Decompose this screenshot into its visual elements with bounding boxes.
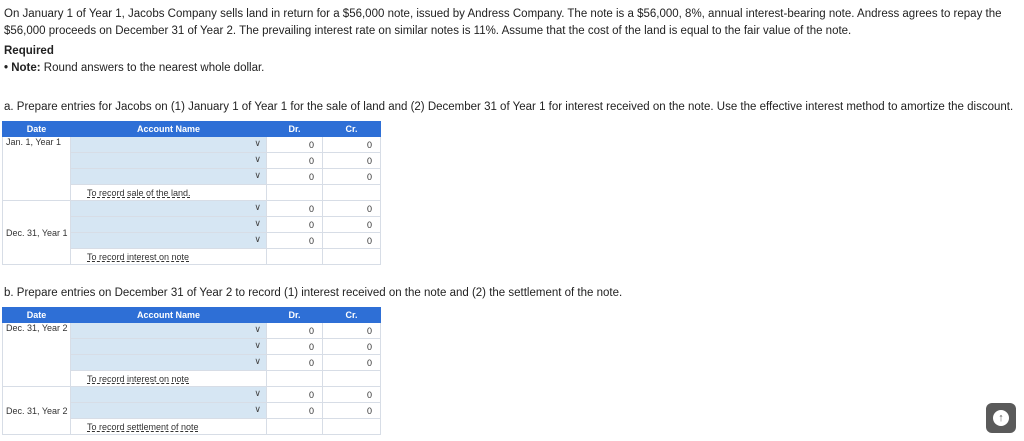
account-select[interactable]: ∨: [70, 232, 267, 249]
chevron-down-icon: ∨: [254, 234, 261, 244]
debit-input[interactable]: 0: [266, 354, 323, 371]
entry-memo: To record sale of the land.: [70, 184, 267, 201]
entry-memo: To record interest on note: [70, 248, 267, 265]
credit-input[interactable]: 0: [322, 232, 381, 249]
col-dr: Dr.: [266, 307, 323, 323]
col-date: Date: [2, 307, 71, 323]
required-heading: Required: [4, 45, 54, 57]
account-select[interactable]: ∨: [70, 322, 267, 339]
credit-input[interactable]: 0: [322, 338, 381, 355]
credit-input[interactable]: 0: [322, 136, 381, 153]
chevron-down-icon: ∨: [254, 218, 261, 228]
entry-memo: To record settlement of note: [70, 418, 267, 435]
debit-input[interactable]: 0: [266, 402, 323, 419]
arrow-up-icon: ↑: [993, 410, 1009, 426]
debit-input[interactable]: 0: [266, 152, 323, 169]
credit-input[interactable]: 0: [322, 168, 381, 185]
debit-input[interactable]: 0: [266, 200, 323, 217]
col-date: Date: [2, 121, 71, 137]
journal-table-b: Date Account Name Dr. Cr. Dec. 31, Year …: [2, 307, 381, 435]
chevron-down-icon: ∨: [254, 340, 261, 350]
account-select[interactable]: ∨: [70, 354, 267, 371]
account-select[interactable]: ∨: [70, 402, 267, 419]
table-row: Jan. 1, Year 1 ∨ 0 0: [2, 136, 381, 201]
account-select[interactable]: ∨: [70, 168, 267, 185]
account-select[interactable]: ∨: [70, 338, 267, 355]
account-select[interactable]: ∨: [70, 136, 267, 153]
credit-input[interactable]: 0: [322, 152, 381, 169]
chevron-down-icon: ∨: [254, 202, 261, 212]
part-a-instructions: a. Prepare entries for Jacobs on (1) Jan…: [4, 101, 1014, 113]
note-label: • Note:: [4, 62, 41, 74]
col-account: Account Name: [70, 307, 267, 323]
credit-input[interactable]: 0: [322, 216, 381, 233]
debit-input[interactable]: 0: [266, 168, 323, 185]
chevron-down-icon: ∨: [254, 388, 261, 398]
table-row: Dec. 31, Year 1 ∨ 0 0: [2, 200, 381, 265]
account-select[interactable]: ∨: [70, 216, 267, 233]
problem-statement: On January 1 of Year 1, Jacobs Company s…: [4, 8, 1002, 37]
chevron-down-icon: ∨: [254, 138, 261, 148]
debit-input[interactable]: 0: [266, 232, 323, 249]
credit-input[interactable]: 0: [322, 200, 381, 217]
chevron-down-icon: ∨: [254, 170, 261, 180]
credit-input[interactable]: 0: [322, 354, 381, 371]
chevron-down-icon: ∨: [254, 356, 261, 366]
chevron-down-icon: ∨: [254, 154, 261, 164]
debit-input[interactable]: 0: [266, 136, 323, 153]
debit-input[interactable]: 0: [266, 322, 323, 339]
col-cr: Cr.: [322, 121, 381, 137]
entry-date: Dec. 31, Year 2: [2, 386, 71, 435]
entry-date: Jan. 1, Year 1: [2, 136, 71, 201]
debit-input[interactable]: 0: [266, 338, 323, 355]
account-select[interactable]: ∨: [70, 386, 267, 403]
entry-memo: To record interest on note: [70, 370, 267, 387]
note-text: Round answers to the nearest whole dolla…: [40, 62, 265, 74]
journal-table-a: Date Account Name Dr. Cr. Jan. 1, Year 1…: [2, 121, 381, 265]
entry-date: Dec. 31, Year 1: [2, 200, 71, 265]
col-dr: Dr.: [266, 121, 323, 137]
scroll-to-top-button[interactable]: ↑: [986, 403, 1016, 433]
table-row: Dec. 31, Year 2 ∨ 0 0: [2, 386, 381, 435]
credit-input[interactable]: 0: [322, 386, 381, 403]
debit-input[interactable]: 0: [266, 386, 323, 403]
credit-input[interactable]: 0: [322, 402, 381, 419]
table-row: Dec. 31, Year 2 ∨ 0 0: [2, 322, 381, 387]
chevron-down-icon: ∨: [254, 324, 261, 334]
entry-date: Dec. 31, Year 2: [2, 322, 71, 387]
part-b-instructions: b. Prepare entries on December 31 of Yea…: [4, 287, 623, 299]
account-select[interactable]: ∨: [70, 152, 267, 169]
col-cr: Cr.: [322, 307, 381, 323]
col-account: Account Name: [70, 121, 267, 137]
rounding-note: • Note: Round answers to the nearest who…: [4, 62, 264, 74]
debit-input[interactable]: 0: [266, 216, 323, 233]
chevron-down-icon: ∨: [254, 404, 261, 414]
account-select[interactable]: ∨: [70, 200, 267, 217]
credit-input[interactable]: 0: [322, 322, 381, 339]
